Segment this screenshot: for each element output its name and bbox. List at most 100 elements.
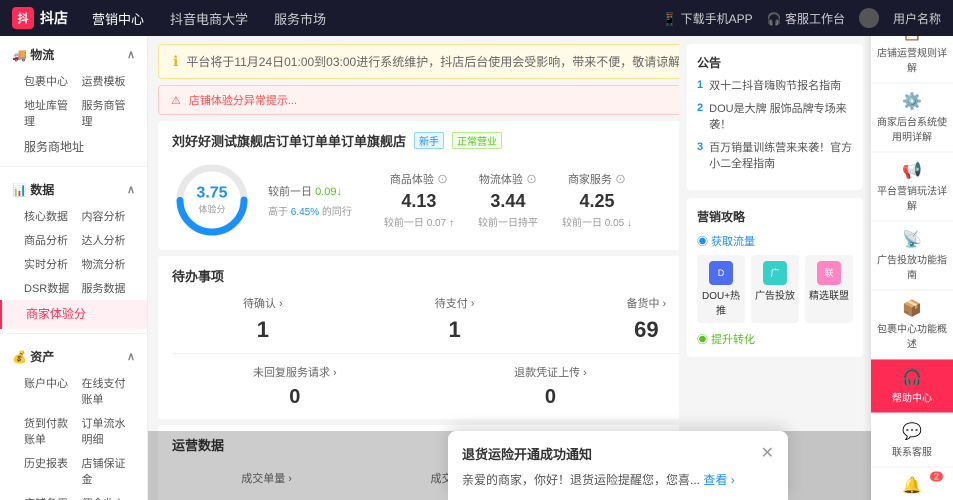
top-nav-right: 📱 下载手机APP 🎧 客服工作台 用户名称 [662, 8, 941, 28]
popup-close-btn[interactable]: ✕ [761, 443, 774, 463]
float-item-rules[interactable]: 📋 店铺运营规则详解 [871, 36, 953, 84]
store-info-score: 刘好好测试旗舰店订单订单单订单旗舰店 新手 正常营业 主经营类目 [172, 131, 757, 240]
sidebar-section-logistics-header[interactable]: 🚚 物流 ∧ [0, 36, 147, 69]
sidebar-item-core-data[interactable]: 核心数据 [24, 208, 78, 224]
float-item-ad[interactable]: 📡 广告投放功能指南 [871, 222, 953, 291]
sidebar: 🚚 物流 ∧ 包裹中心 运费模板 地址库管理 服务商管理 服务商地址 📊 数据 … [0, 36, 148, 500]
sidebar-item-group: 包裹中心 运费模板 [0, 69, 147, 93]
sidebar-item-group: 核心数据 内容分析 [0, 204, 147, 228]
sidebar-item-history-report[interactable]: 历史报表 [24, 455, 78, 487]
sidebar-item-content-analysis[interactable]: 内容分析 [82, 208, 136, 224]
help-icon: 🎧 [902, 368, 922, 388]
metric-product: 商品体验 ⊙ 4.13 较前一日 0.07 ↑ [384, 171, 454, 229]
sidebar-item-dsr[interactable]: DSR数据 [24, 280, 78, 296]
chevron-icon-assets: ∧ [127, 350, 135, 363]
marketing-conversion: ◉ 提升转化 [697, 331, 853, 347]
score-diff-text: 较前一日 0.09↓ [268, 183, 352, 199]
sidebar-item-cod[interactable]: 货到付款账单 [24, 415, 78, 447]
sidebar-item-realtime-analysis[interactable]: 实时分析 [24, 256, 78, 272]
sidebar-item-service-address[interactable]: 服务商地址 [0, 133, 147, 162]
sidebar-item-group: 实时分析 物流分析 [0, 252, 147, 276]
main-layout: 🚚 物流 ∧ 包裹中心 运费模板 地址库管理 服务商管理 服务商地址 📊 数据 … [0, 36, 953, 500]
store-badge-new: 新手 [414, 132, 444, 149]
ad-label: 广告投放 [755, 287, 795, 302]
popup-header: 退货运险开通成功通知 ✕ [462, 443, 774, 463]
nav-item-university[interactable]: 抖音电商大学 [166, 9, 252, 28]
store-name: 刘好好测试旗舰店订单订单单订单旗舰店 [172, 131, 406, 150]
notice-item-3: 3 百万销量训练营来来袭！官方小二全程指南 [697, 141, 853, 172]
sidebar-item-influencer-analysis[interactable]: 达人分析 [82, 232, 136, 248]
score-gauge: 3.75 体验分 [172, 160, 252, 240]
chevron-icon: ∧ [127, 48, 135, 61]
sidebar-item-package-center[interactable]: 包裹中心 [24, 73, 78, 89]
notice-item-2: 2 DOU是大牌 服饰品牌专场来袭！ [697, 102, 853, 133]
notice-text-2[interactable]: DOU是大牌 服饰品牌专场来袭！ [709, 102, 853, 133]
popup-link[interactable]: 查看 › [703, 473, 734, 487]
sidebar-item-commission[interactable]: 佣金收入 [82, 495, 136, 500]
sidebar-section-data: 📊 数据 ∧ 核心数据 内容分析 商品分析 达人分析 实时分析 物流分析 DSR… [0, 171, 147, 329]
score-rank: 高于 6.45% 的同行 [268, 203, 352, 218]
float-item-contact[interactable]: 💬 联系客服 [871, 414, 953, 468]
sidebar-item-address-lib[interactable]: 地址库管理 [24, 97, 78, 129]
sidebar-item-logistics-analysis[interactable]: 物流分析 [82, 256, 136, 272]
sidebar-item-group: DSR数据 服务数据 [0, 276, 147, 300]
sidebar-item-group: 货到付款账单 订单流水明细 [0, 411, 147, 451]
contact-icon: 💬 [902, 422, 922, 442]
sidebar-item-group: 商品分析 达人分析 [0, 228, 147, 252]
score-value: 3.75 [196, 185, 227, 203]
alliance-icon: 联 [817, 261, 841, 285]
float-item-package[interactable]: 📦 包裹中心功能概述 [871, 291, 953, 360]
sidebar-item-group: 地址库管理 服务商管理 [0, 93, 147, 133]
message-icon: 🔔 [902, 476, 922, 496]
sidebar-item-freight-template[interactable]: 运费模板 [82, 73, 136, 89]
popup-content: 亲爱的商家，你好！退货运险提醒您，您喜... 查看 › [462, 471, 774, 488]
float-item-marketing[interactable]: 📢 平台营销玩法详解 [871, 153, 953, 222]
float-item-messages[interactable]: 🔔 消息通知 2 [871, 468, 953, 500]
system-icon: ⚙️ [902, 92, 922, 112]
sidebar-item-order-detail[interactable]: 订单流水明细 [82, 415, 136, 447]
sidebar-item-account-center[interactable]: 账户中心 [24, 375, 78, 407]
sidebar-item-store-deposit[interactable]: 店铺保证金 [82, 455, 136, 487]
marketing-icon: 📢 [902, 161, 922, 181]
sidebar-item-group: 历史报表 店铺保证金 [0, 451, 147, 491]
popup-overlay: 退货运险开通成功通知 ✕ 亲爱的商家，你好！退货运险提醒您，您喜... 查看 › [148, 431, 871, 500]
sidebar-item-online-payment[interactable]: 在线支付账单 [82, 375, 136, 407]
logo[interactable]: 抖 抖店 [12, 7, 68, 29]
task-pending-pay-value: 1 [364, 317, 546, 343]
task-pending-confirm-label[interactable]: 待确认 › [172, 295, 354, 311]
sidebar-section-assets-header[interactable]: 💰 资产 ∧ [0, 338, 147, 371]
float-item-help[interactable]: 🎧 帮助中心 [871, 360, 953, 414]
float-panel: 📋 店铺运营规则详解 ⚙️ 商家后台系统使用明详解 📢 平台营销玩法详解 📡 广… [871, 36, 953, 500]
top-nav: 抖 抖店 营销中心 抖音电商大学 服务市场 📱 下载手机APP 🎧 客服工作台 … [0, 0, 953, 36]
notice-text-3[interactable]: 百万销量训练营来来袭！官方小二全程指南 [709, 141, 853, 172]
sidebar-section-data-header[interactable]: 📊 数据 ∧ [0, 171, 147, 204]
download-app-btn[interactable]: 📱 下载手机APP [662, 10, 752, 27]
marketing-section: 营销攻略 ◉ 获取流量 D DOU+热推 广 广告投放 联 精选联盟 [687, 198, 863, 357]
sidebar-item-service-data[interactable]: 服务数据 [82, 280, 136, 296]
sidebar-item-product-analysis[interactable]: 商品分析 [24, 232, 78, 248]
task2-refund-cert-label[interactable]: 退款凭证上传 › [428, 364, 674, 380]
sidebar-item-group: 店铺备用金 佣金收入 [0, 491, 147, 500]
popup-title: 退货运险开通成功通知 [462, 444, 592, 463]
mkt-btn-ad[interactable]: 广 广告投放 [751, 255, 799, 323]
dou-label: DOU+热推 [701, 287, 741, 317]
task2-refund-cert: 退款凭证上传 › 0 [428, 364, 674, 409]
nav-item-marketing[interactable]: 营销中心 [88, 9, 148, 28]
sidebar-item-reserve-fund[interactable]: 店铺备用金 [24, 495, 78, 500]
user-avatar[interactable] [859, 8, 879, 28]
task2-unreplied-value: 0 [172, 386, 418, 409]
task-pending-confirm-value: 1 [172, 317, 354, 343]
mkt-btn-alliance[interactable]: 联 精选联盟 [805, 255, 853, 323]
customer-service-btn[interactable]: 🎧 客服工作台 [767, 10, 845, 27]
task2-unreplied-label[interactable]: 未回复服务请求 › [172, 364, 418, 380]
metric-service: 商家服务 ⊙ 4.25 较前一日 0.05 ↓ [562, 171, 632, 229]
sidebar-item-merchant-score[interactable]: 商家体验分 [0, 300, 147, 329]
float-item-system[interactable]: ⚙️ 商家后台系统使用明详解 [871, 84, 953, 153]
notice-text-1[interactable]: 双十二抖音嗨购节报名指南 [709, 79, 841, 94]
user-name: 用户名称 [893, 10, 941, 27]
nav-item-market[interactable]: 服务市场 [270, 9, 330, 28]
mkt-btn-dou[interactable]: D DOU+热推 [697, 255, 745, 323]
sidebar-item-service-manage[interactable]: 服务商管理 [82, 97, 136, 129]
task-pending-pay-label[interactable]: 待支付 › [364, 295, 546, 311]
metrics-group: 商品体验 ⊙ 4.13 较前一日 0.07 ↑ 物流体验 ⊙ 3.44 较前一日… [384, 171, 632, 229]
